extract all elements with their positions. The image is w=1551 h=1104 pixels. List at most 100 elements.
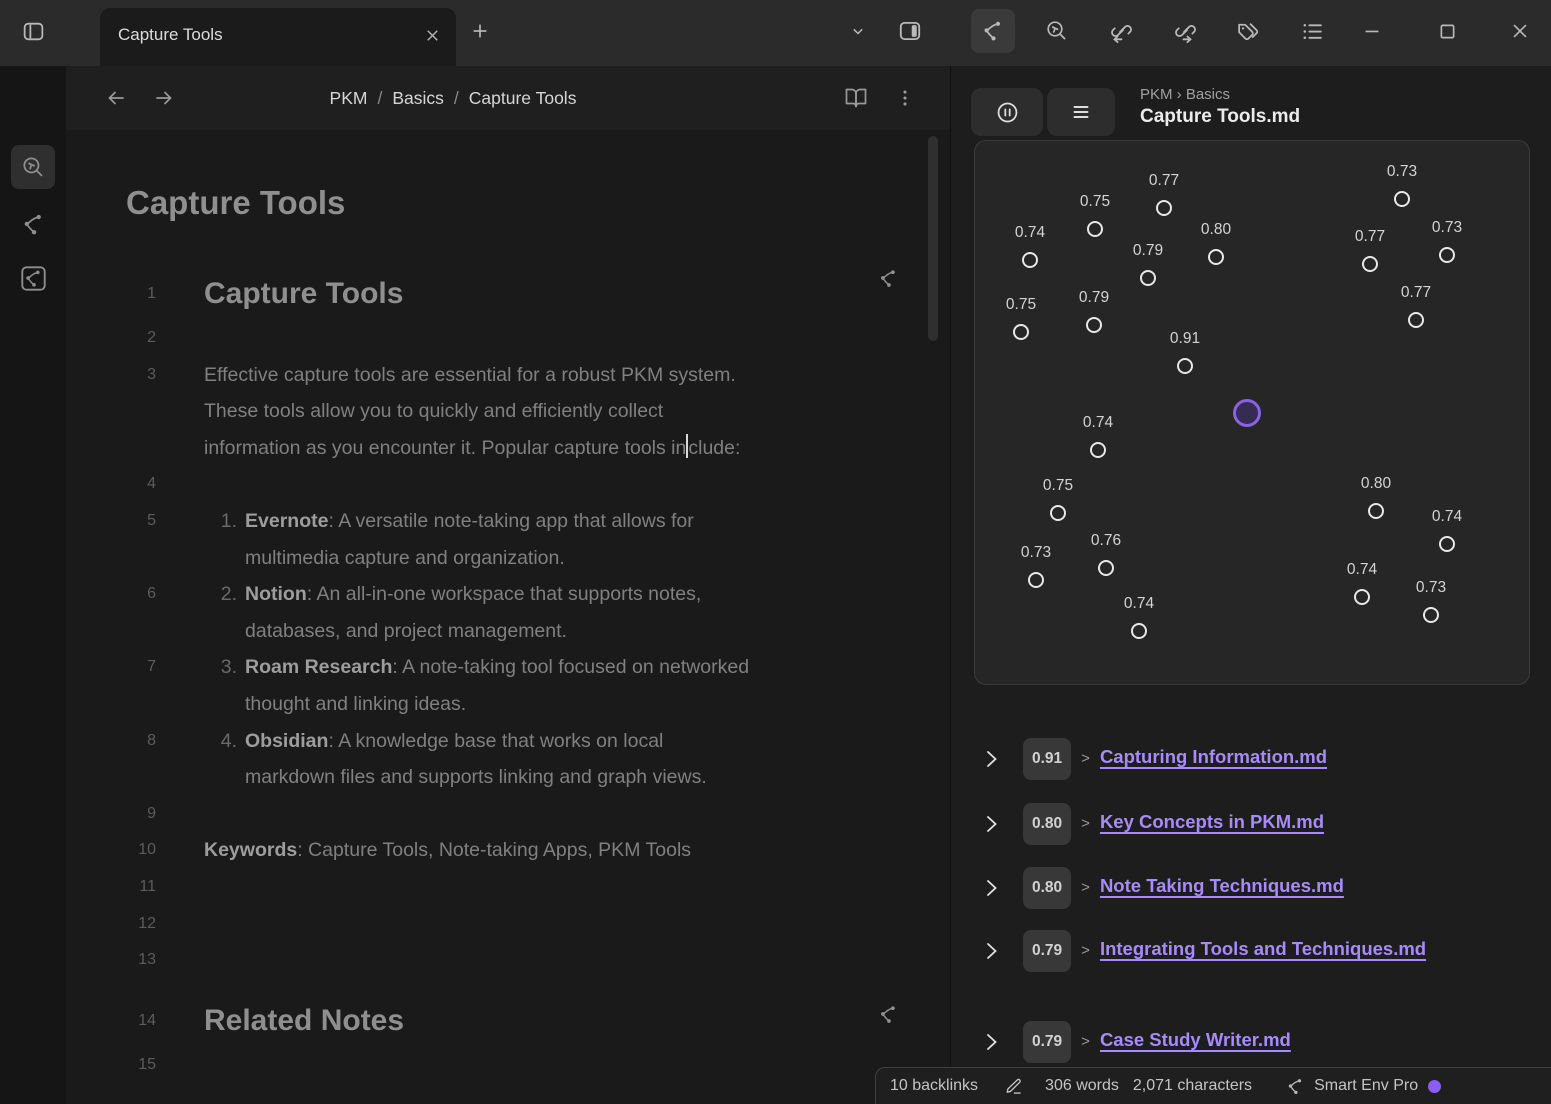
breadcrumb-item[interactable]: PKM [330, 88, 368, 109]
backlink-file-link[interactable]: Capturing Information.md [1100, 746, 1327, 767]
expand-chevron-icon[interactable] [979, 938, 1003, 964]
graph-node-score: 0.75 [981, 294, 1061, 316]
smart-lookup-icon [21, 155, 46, 180]
graph-node[interactable] [1156, 200, 1172, 216]
right-sidebar-toggle-button[interactable] [888, 9, 932, 53]
incoming-links-button[interactable] [1098, 9, 1142, 53]
line-number: 12 [66, 906, 156, 943]
smart-lookup-icon [1045, 19, 1069, 43]
backlink-file-link[interactable]: Note Taking Techniques.md [1100, 875, 1344, 896]
panel-right-icon [897, 18, 923, 44]
graph-node[interactable] [1362, 256, 1378, 272]
tags-button[interactable] [1226, 9, 1270, 53]
graph-node-score: 0.73 [1407, 217, 1487, 239]
breadcrumb-item[interactable]: Basics [392, 88, 444, 109]
expand-chevron-icon[interactable] [979, 811, 1003, 837]
backlink-row[interactable]: 0.79>Integrating Tools and Techniques.md [979, 930, 1504, 972]
line-number: 8 [66, 723, 156, 760]
backlink-row[interactable]: 0.80>Note Taking Techniques.md [979, 867, 1504, 909]
tab-close-icon[interactable] [423, 26, 442, 45]
backlink-file-link[interactable]: Integrating Tools and Techniques.md [1100, 938, 1426, 959]
backlink-row[interactable]: 0.80>Key Concepts in PKM.md [979, 803, 1504, 845]
graph-node[interactable] [1028, 572, 1044, 588]
graph-node[interactable] [1394, 191, 1410, 207]
graph-node[interactable] [1050, 505, 1066, 521]
minimize-icon [1361, 20, 1383, 42]
graph-node-score: 0.74 [1407, 506, 1487, 528]
backlink-file-link[interactable]: Key Concepts in PKM.md [1100, 811, 1324, 832]
maximize-icon [1437, 21, 1458, 42]
status-plugin-label[interactable]: Smart Env Pro [1314, 1077, 1418, 1095]
tab-list-dropdown-button[interactable] [836, 9, 880, 53]
left-sidebar-toggle-button[interactable] [11, 9, 55, 53]
graph-node-score: 0.77 [1124, 170, 1204, 192]
outline-list-button[interactable] [1290, 9, 1334, 53]
graph-center-node[interactable] [1233, 399, 1261, 427]
editor-scrollbar-thumb[interactable] [928, 136, 938, 341]
book-open-icon [844, 86, 868, 110]
ribbon-smart-context-button[interactable] [11, 256, 55, 300]
new-tab-button[interactable] [458, 9, 502, 53]
graph-node[interactable] [1090, 442, 1106, 458]
connections-graph[interactable]: 0.770.750.740.800.790.730.770.730.750.79… [974, 140, 1530, 685]
more-options-button[interactable] [883, 76, 927, 120]
list-marker: 4. [204, 723, 237, 760]
breadcrumb-item[interactable]: Capture Tools [469, 88, 577, 109]
window-close-button[interactable] [1498, 9, 1542, 53]
graph-node-score: 0.74 [1099, 593, 1179, 615]
heading-smart-connections-icon[interactable] [878, 268, 899, 289]
graph-node[interactable] [1408, 312, 1424, 328]
editor-content[interactable]: Capture Tools 1Capture Tools23Effective … [66, 130, 950, 1104]
smart-connections-icon [21, 212, 46, 237]
backlink-row[interactable]: 0.79>Case Study Writer.md [979, 1021, 1504, 1063]
graph-node[interactable] [1208, 249, 1224, 265]
score-separator: > [1081, 1033, 1090, 1050]
tags-icon [1236, 19, 1261, 44]
panel-note-title: Capture Tools.md [1140, 106, 1300, 128]
heading-smart-connections-icon[interactable] [878, 1004, 899, 1025]
smart-connections-icon [981, 19, 1005, 43]
status-backlinks[interactable]: 10 backlinks [890, 1077, 978, 1095]
graph-node[interactable] [1354, 589, 1370, 605]
pause-updates-button[interactable] [971, 88, 1043, 136]
backlink-row[interactable]: 0.91>Capturing Information.md [979, 738, 1504, 780]
status-char-count[interactable]: 2,071 characters [1133, 1077, 1252, 1095]
line-number: 14 [66, 995, 156, 1047]
edit-mode-icon[interactable] [1004, 1077, 1023, 1096]
graph-node[interactable] [1177, 358, 1193, 374]
graph-node[interactable] [1087, 221, 1103, 237]
panel-menu-button[interactable] [1047, 88, 1115, 136]
ribbon-smart-lookup-button[interactable] [11, 145, 55, 189]
titlebar: Capture Tools [0, 0, 1551, 66]
graph-node[interactable] [1098, 560, 1114, 576]
smart-connections-view-button[interactable] [971, 9, 1015, 53]
breadcrumb: PKM / Basics / Capture Tools [66, 66, 840, 130]
graph-node[interactable] [1013, 324, 1029, 340]
graph-node[interactable] [1131, 623, 1147, 639]
tab-capture-tools[interactable]: Capture Tools [100, 8, 456, 66]
editor-line: 62.Notion: An all-in-one workspace that … [66, 576, 950, 649]
editor-line: 15 [66, 1047, 950, 1084]
ribbon-smart-connections-button[interactable] [11, 202, 55, 246]
graph-node[interactable] [1140, 270, 1156, 286]
line-number: 3 [66, 357, 156, 394]
smart-lookup-button[interactable] [1035, 9, 1079, 53]
graph-node[interactable] [1439, 247, 1455, 263]
outgoing-links-button[interactable] [1162, 9, 1206, 53]
line-text: Capture Tools [204, 268, 864, 320]
expand-chevron-icon[interactable] [979, 1029, 1003, 1055]
window-maximize-button[interactable] [1425, 9, 1469, 53]
list-icon [1300, 19, 1325, 44]
expand-chevron-icon[interactable] [979, 746, 1003, 772]
expand-chevron-icon[interactable] [979, 875, 1003, 901]
graph-node[interactable] [1439, 536, 1455, 552]
graph-node[interactable] [1022, 252, 1038, 268]
reading-mode-button[interactable] [834, 76, 878, 120]
backlink-file-link[interactable]: Case Study Writer.md [1100, 1029, 1291, 1050]
editor-line: 10Keywords: Capture Tools, Note-taking A… [66, 832, 950, 869]
window-minimize-button[interactable] [1350, 9, 1394, 53]
graph-node[interactable] [1423, 607, 1439, 623]
graph-node[interactable] [1368, 503, 1384, 519]
status-word-count[interactable]: 306 words [1045, 1077, 1119, 1095]
graph-node[interactable] [1086, 317, 1102, 333]
